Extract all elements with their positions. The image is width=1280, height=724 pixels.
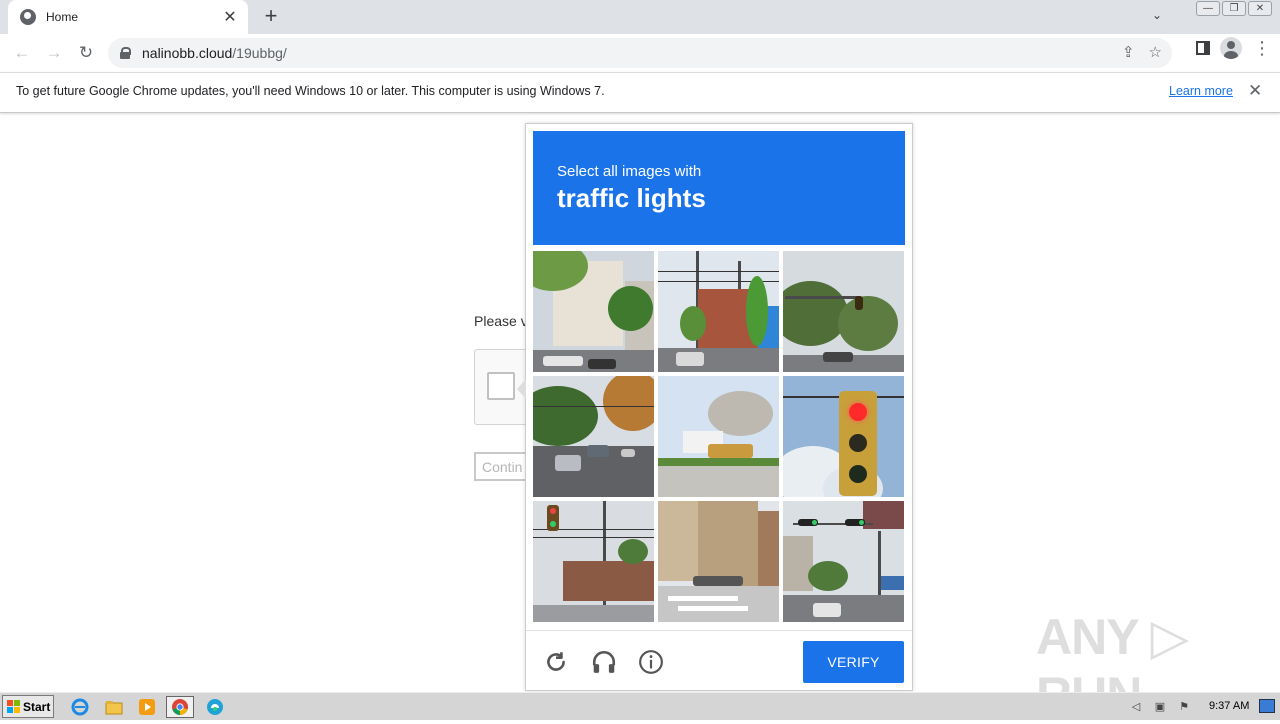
restore-button[interactable]: ❐	[1222, 1, 1246, 16]
image-tile[interactable]	[783, 376, 904, 497]
start-label: Start	[23, 699, 51, 714]
globe-icon	[20, 9, 36, 25]
challenge-instruction: Select all images with	[557, 163, 702, 180]
reload-icon[interactable]	[543, 649, 569, 675]
action-center-flag-icon[interactable]: ⚑	[1176, 700, 1192, 714]
infobar-close-button[interactable]: ✕	[1248, 81, 1262, 101]
start-button[interactable]: Start	[2, 695, 54, 718]
show-desktop-icon[interactable]	[1259, 699, 1275, 713]
image-tile[interactable]	[658, 251, 779, 372]
share-icon[interactable]: ⇪	[1122, 43, 1135, 61]
image-tile[interactable]	[783, 251, 904, 372]
new-tab-button[interactable]: +	[258, 4, 284, 30]
volume-icon[interactable]: ◁	[1128, 700, 1144, 714]
page-prompt: Please v	[474, 313, 528, 329]
traffic-light-icon	[547, 505, 559, 531]
chrome-icon[interactable]	[166, 696, 194, 718]
tab-strip: Home ✕ + ⌄ — ❐ ✕	[0, 0, 1280, 34]
url-host: nalinobb.cloud	[142, 45, 233, 61]
system-tray: ◁ ▣ ⚑	[1120, 693, 1280, 720]
minimize-button[interactable]: —	[1196, 1, 1220, 16]
image-tile[interactable]	[533, 376, 654, 497]
url-path: /19ubbg/	[232, 45, 287, 61]
image-tile[interactable]	[533, 251, 654, 372]
image-tile[interactable]	[658, 376, 779, 497]
image-tile[interactable]	[783, 501, 904, 622]
captcha-challenge: Select all images with traffic lights VE…	[517, 123, 913, 692]
close-window-button[interactable]: ✕	[1248, 1, 1272, 16]
network-icon[interactable]: ▣	[1152, 700, 1168, 714]
traffic-light-icon	[798, 519, 818, 526]
windows-logo-icon	[7, 700, 20, 713]
info-icon[interactable]	[638, 649, 664, 675]
internet-explorer-icon[interactable]	[66, 696, 94, 718]
side-panel-icon[interactable]	[1196, 41, 1210, 55]
challenge-footer: VERIFY	[526, 630, 912, 692]
tab-title: Home	[46, 10, 79, 24]
reload-button[interactable]: ↻	[70, 37, 102, 69]
edge-icon[interactable]	[201, 696, 229, 718]
media-player-icon[interactable]	[133, 696, 161, 718]
lock-icon[interactable]	[120, 47, 131, 59]
headphones-icon[interactable]	[591, 649, 617, 675]
update-infobar: To get future Google Chrome updates, you…	[0, 72, 1280, 113]
taskbar-clock[interactable]: 9:37 AM	[1209, 700, 1249, 712]
tab-home[interactable]: Home ✕	[8, 0, 248, 34]
image-tile[interactable]	[658, 501, 779, 622]
captcha-checkbox[interactable]	[487, 372, 515, 400]
file-explorer-icon[interactable]	[100, 696, 128, 718]
chrome-menu-button[interactable]: ⋮	[1252, 38, 1272, 59]
tab-close-button[interactable]: ✕	[220, 7, 240, 27]
image-tile[interactable]	[533, 501, 654, 622]
forward-button[interactable]: →	[38, 37, 70, 69]
back-button[interactable]: ←	[6, 37, 38, 69]
verify-button[interactable]: VERIFY	[803, 641, 904, 683]
toolbar-right: ⋮	[1196, 37, 1272, 59]
challenge-header: Select all images with traffic lights	[533, 131, 905, 245]
traffic-light-icon	[845, 519, 865, 526]
windows-taskbar: Start ◁ ▣ ⚑ 9:37 AM	[0, 692, 1280, 720]
traffic-light-icon	[839, 391, 877, 496]
image-grid	[533, 251, 905, 623]
browser-toolbar: ← → ↻ nalinobb.cloud/19ubbg/ ⇪ ☆	[0, 34, 1280, 72]
infobar-message: To get future Google Chrome updates, you…	[16, 84, 605, 98]
traffic-light-icon	[855, 296, 863, 310]
tab-search-button[interactable]: ⌄	[1152, 8, 1162, 22]
address-bar[interactable]: nalinobb.cloud/19ubbg/ ⇪ ☆	[108, 38, 1172, 68]
window-controls: — ❐ ✕	[1196, 1, 1272, 16]
challenge-target: traffic lights	[557, 183, 706, 213]
bookmark-star-icon[interactable]: ☆	[1149, 43, 1162, 61]
learn-more-link[interactable]: Learn more	[1169, 84, 1233, 98]
profile-avatar-icon[interactable]	[1220, 37, 1242, 59]
